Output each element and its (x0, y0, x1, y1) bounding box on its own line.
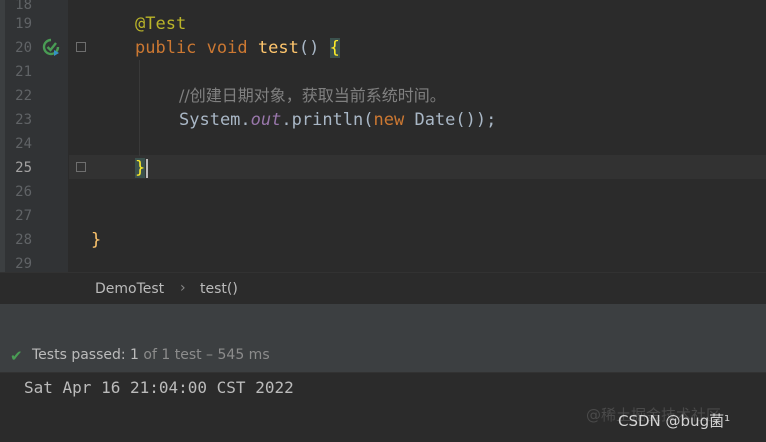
fold-toggle-icon[interactable] (76, 42, 86, 52)
code-line-23[interactable]: System.out.println(new Date()); (179, 108, 496, 132)
system-class: System. (179, 110, 251, 130)
close-brace: } (135, 158, 146, 178)
out-field: out (250, 110, 282, 130)
test-status: Tests passed: 1 of 1 test – 545 ms (32, 347, 270, 363)
line-number: 27 (15, 208, 32, 224)
run-test-icon (42, 38, 60, 56)
line-number-active: 25 (15, 160, 32, 176)
breadcrumb: DemoTest › test() (0, 272, 766, 304)
current-line-highlight (69, 155, 766, 179)
println-call: .println( (281, 110, 374, 130)
fold-end-icon[interactable] (76, 162, 86, 172)
test-status-bar: ✔ Tests passed: 1 of 1 test – 545 ms (0, 339, 766, 373)
breadcrumb-method[interactable]: test() (200, 281, 238, 297)
line-number: 28 (15, 232, 32, 248)
chevron-right-icon: › (180, 280, 186, 296)
status-detail: of 1 test – 545 ms (143, 347, 270, 363)
line-number: 20 (15, 40, 32, 56)
run-gutter-icon[interactable] (42, 38, 60, 56)
status-label: Tests passed: (32, 347, 126, 363)
console-output[interactable]: Sat Apr 16 21:04:00 CST 2022 (24, 377, 294, 399)
run-tool-header (0, 303, 766, 340)
line-number: 19 (15, 16, 32, 32)
class-close-brace: } (91, 230, 102, 250)
line-number: 24 (15, 136, 32, 152)
check-icon: ✔ (10, 347, 23, 365)
code-line-25[interactable]: } (135, 156, 149, 180)
date-call: Date()); (404, 110, 497, 130)
indent-guide (139, 60, 140, 156)
keyword-new: new (373, 110, 405, 130)
keyword-public: public (135, 38, 197, 58)
line-number: 21 (15, 64, 32, 80)
code-comment: //创建日期对象，获取当前系统时间。 (179, 86, 446, 105)
code-line-28[interactable]: } (91, 228, 101, 252)
line-number: 23 (15, 112, 32, 128)
annotation: @Test (135, 14, 187, 34)
watermark: CSDN @bug菌¹ (618, 412, 731, 430)
open-brace: { (329, 38, 340, 58)
passed-count: 1 (130, 347, 139, 363)
line-number: 26 (15, 184, 32, 200)
code-line-22[interactable]: //创建日期对象，获取当前系统时间。 (179, 84, 446, 108)
method-name: test (257, 38, 299, 58)
text-caret (146, 158, 149, 178)
code-line-19[interactable]: @Test (135, 12, 186, 36)
method-parens: () (298, 38, 320, 58)
breadcrumb-class[interactable]: DemoTest (95, 281, 164, 297)
keyword-void: void (206, 38, 248, 58)
code-line-20[interactable]: public void test() { (135, 36, 340, 60)
line-number: 22 (15, 88, 32, 104)
